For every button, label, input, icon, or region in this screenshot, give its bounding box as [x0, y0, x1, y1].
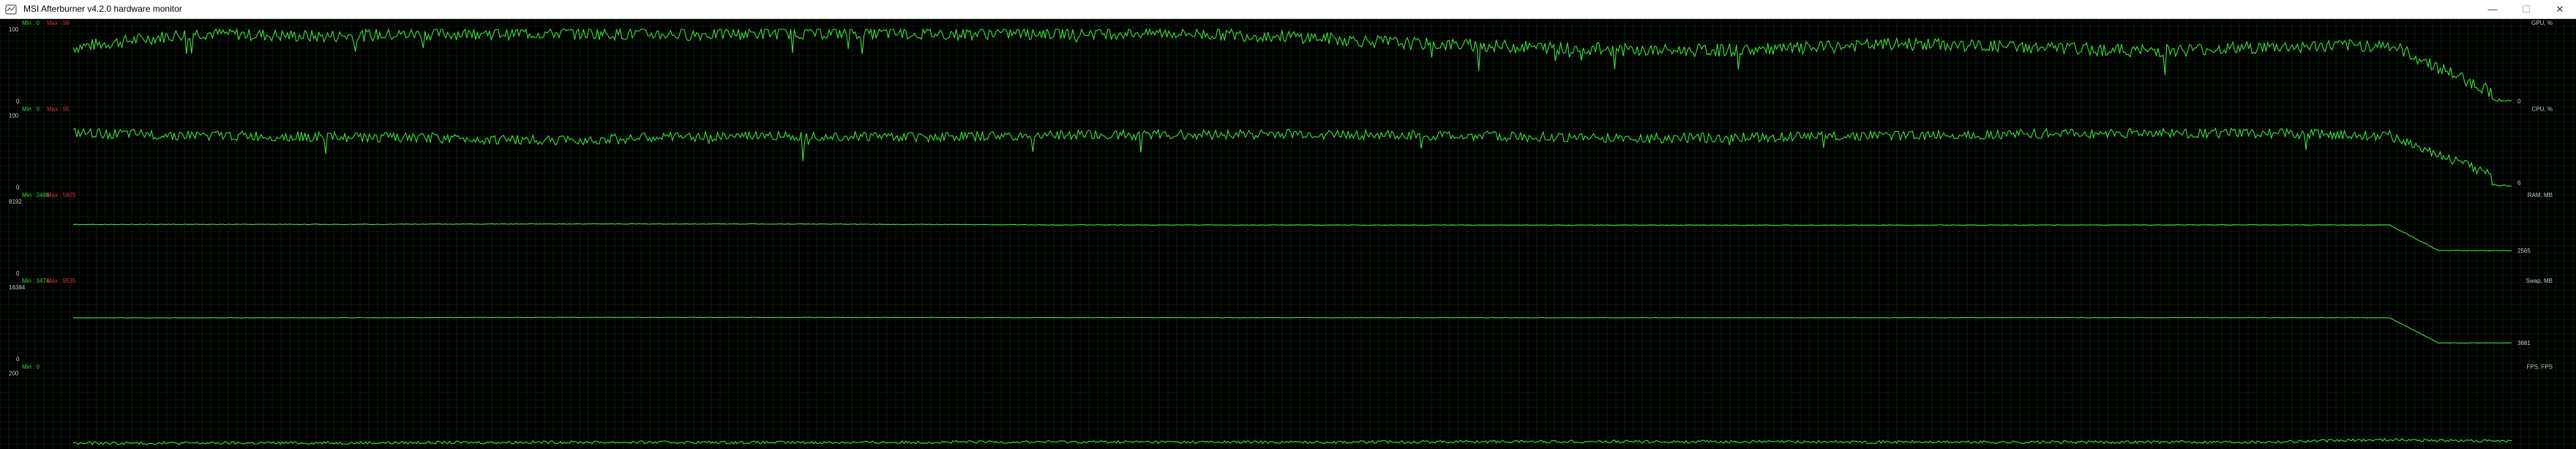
panel-top-label: 200: [9, 371, 19, 377]
monitor-graph-area[interactable]: Min : 0 Max : 99 100 0 GPU, % 0 Min : 0 Max : 9…: [0, 19, 2576, 449]
maximize-button[interactable]: ☐: [2509, 0, 2543, 18]
panel-name: RAM, MB: [2528, 192, 2553, 198]
panel-top-label: 100: [9, 112, 19, 119]
panel-current-value: 6: [2517, 180, 2521, 187]
panel-name: CPU, %: [2532, 105, 2553, 112]
panel-min-label: Min : 2488: [22, 192, 50, 198]
panel-top-label: 16384: [9, 284, 26, 291]
panel-name: Swap, MB: [2526, 278, 2553, 284]
close-button[interactable]: ✕: [2543, 0, 2576, 18]
panel-max-label: Max : 99: [47, 20, 70, 26]
panel-max-label: Max : 95: [47, 105, 70, 112]
minimize-button[interactable]: —: [2476, 0, 2509, 18]
panel-min-label: Min : 0: [22, 105, 40, 112]
panel-top-label: 100: [9, 26, 19, 33]
window-title: MSI Afterburner v4.2.0 hardware monitor: [23, 4, 182, 14]
graph-panel-5: Min : 0200 FPS, FPS: [9, 364, 2553, 446]
panel-min-label: Min : 3474: [22, 278, 50, 284]
monitor-graphs: Min : 0 Max : 991000GPU, %0Min : 0 Max : 9…: [0, 19, 2576, 449]
panel-max-label: Max : 5825: [47, 192, 76, 198]
panel-current-value: 0: [2517, 98, 2521, 105]
afterburner-app-icon: [5, 4, 17, 15]
panel-current-value: 2565: [2517, 248, 2531, 254]
panel-max-label: Max : 9535: [47, 278, 76, 284]
graph-panel-4: Min : 3474Max : 9535 16384 0 Swap, MB 3681: [9, 278, 2553, 363]
panel-name: FPS, FPS: [2526, 364, 2553, 371]
panel-bottom-label: 0: [16, 270, 20, 277]
graph-panel-1: Min : 0 Max : 99 100 0 GPU, % 0: [9, 20, 2553, 105]
panel-top-label: 8192: [9, 198, 22, 205]
graph-panel-3: Min : 2488Max : 5825 8192 0 RAM, MB 2565: [9, 192, 2553, 277]
title-bar: MSI Afterburner v4.2.0 hardware monitor …: [0, 0, 2576, 19]
panel-min-label: Min : 0: [22, 364, 40, 371]
panel-bottom-label: 0: [16, 98, 20, 105]
panel-current-value: 3681: [2517, 340, 2531, 346]
background-grid: [0, 19, 2576, 449]
panel-min-label: Min : 0: [22, 20, 40, 26]
panel-name: GPU, %: [2531, 20, 2553, 26]
graph-panel-2: Min : 0 Max : 95 100 0 CPU, % 6: [9, 105, 2553, 190]
panel-bottom-label: 0: [16, 184, 20, 190]
panel-bottom-label: 0: [16, 356, 20, 363]
